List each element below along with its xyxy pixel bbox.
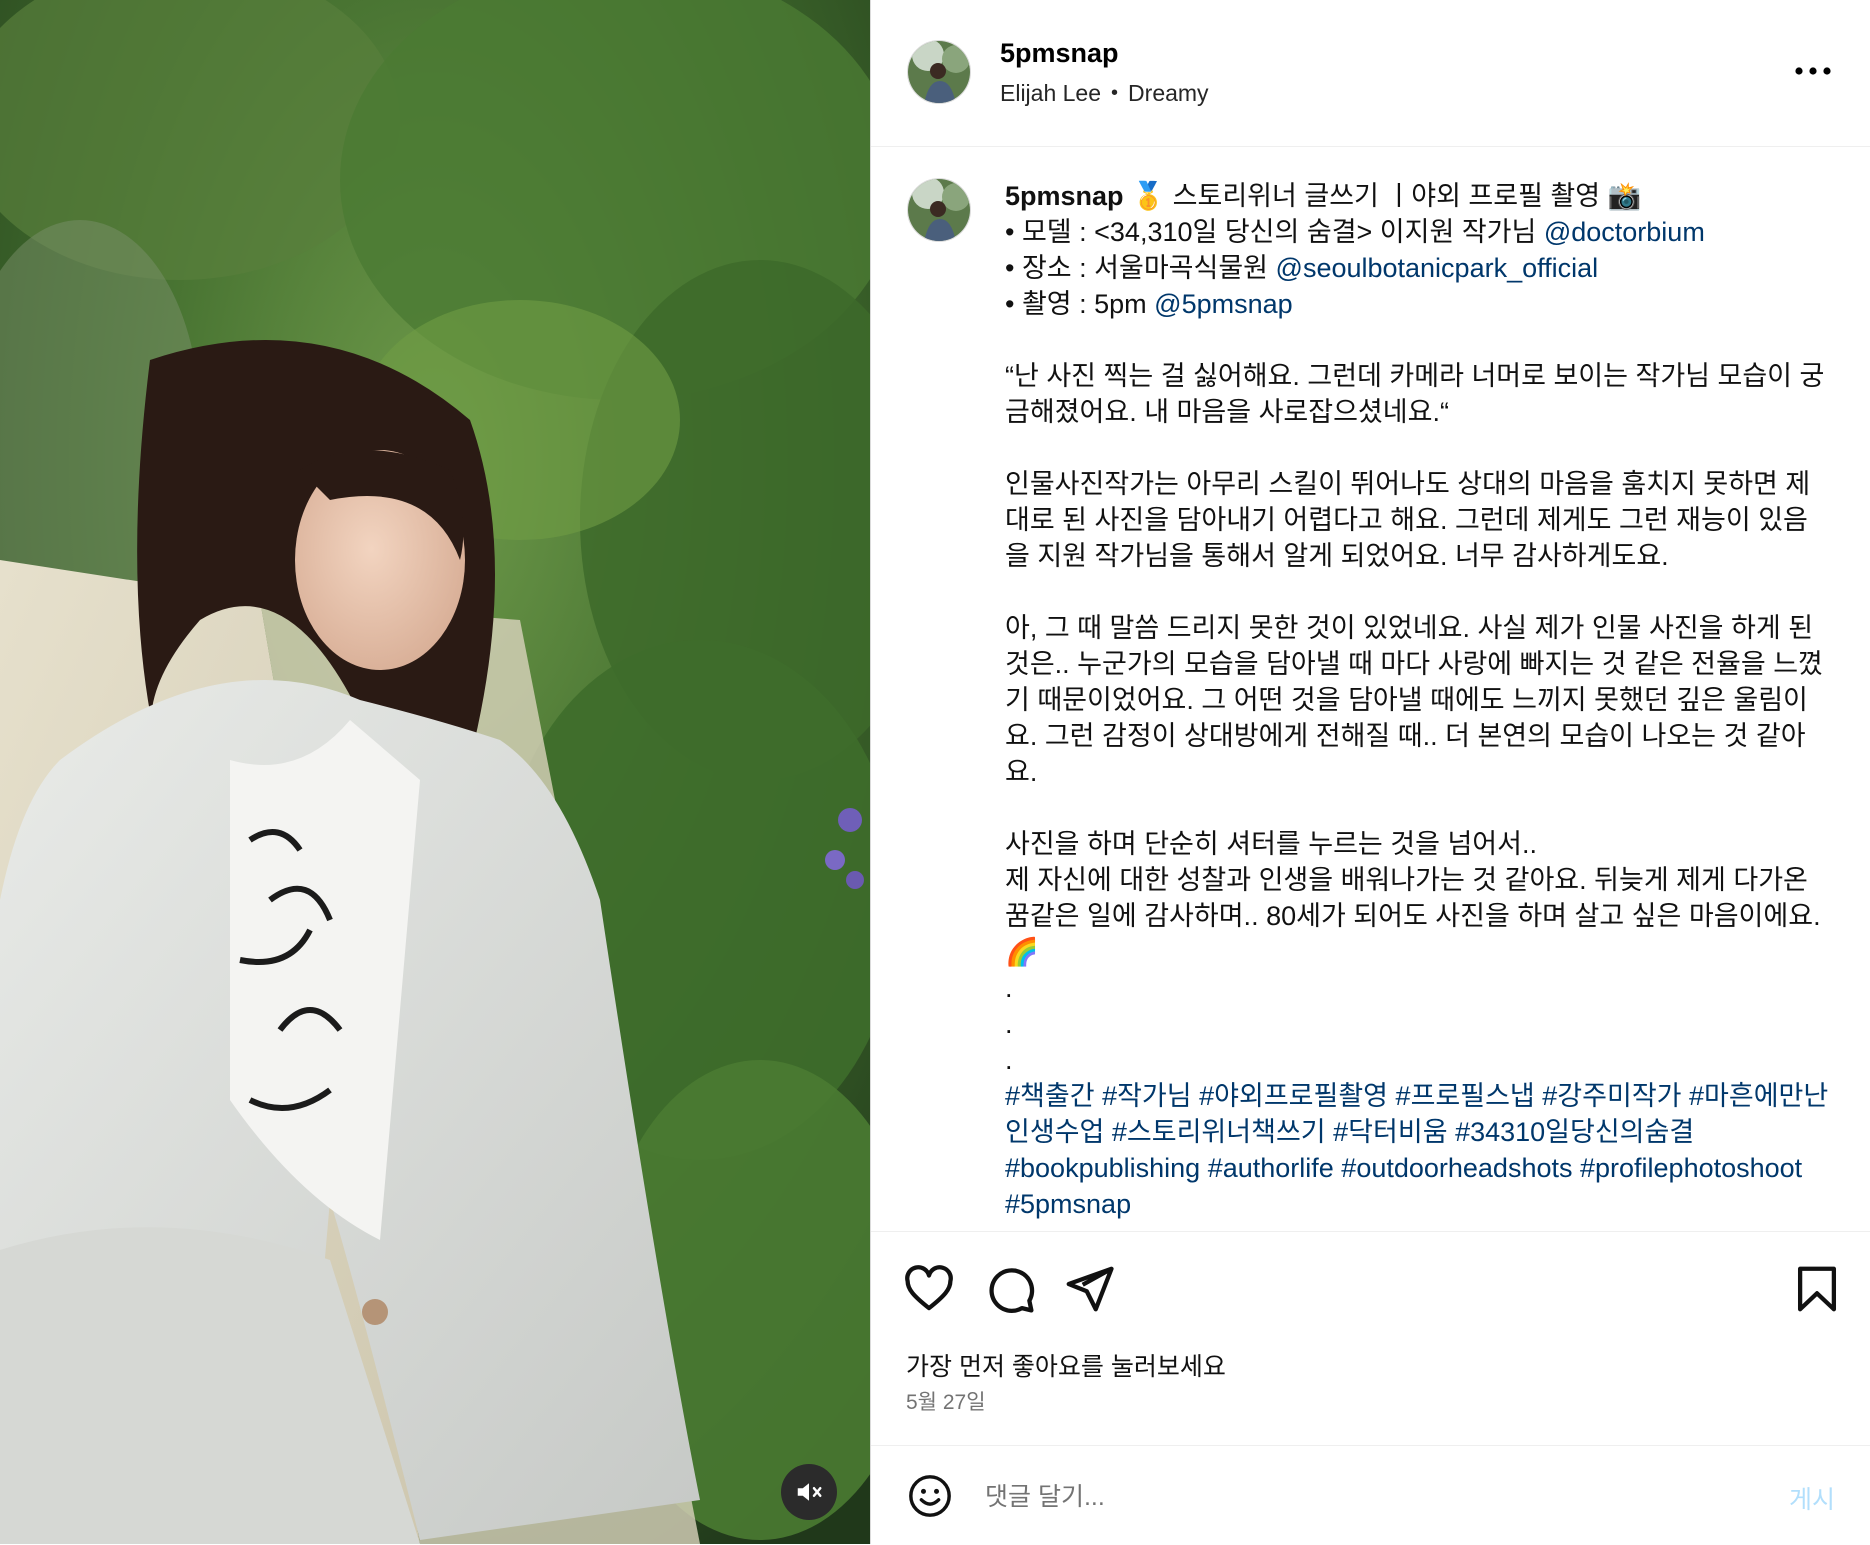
caption-line: • 장소 : 서울마곡식물원 @seoulbotanicpark_officia… (1005, 250, 1831, 286)
caption-line: • 촬영 : 5pm @5pmsnap (1005, 286, 1831, 322)
heart-icon (905, 1265, 953, 1311)
caption-author-avatar[interactable] (907, 178, 971, 242)
post-comment-button[interactable]: 게시 (1789, 1480, 1835, 1516)
more-horizontal-icon (1795, 67, 1831, 75)
audio-track[interactable]: Dreamy (1128, 80, 1209, 107)
paper-plane-icon (1066, 1266, 1114, 1312)
more-options-button[interactable] (1791, 56, 1835, 86)
hashtag-link[interactable]: #작가님 (1102, 1081, 1192, 1111)
post-panel: 5pmsnap Elijah Lee • Dreamy 5pmsnap 🥇 스토… (870, 0, 1870, 1544)
like-button[interactable] (902, 1262, 956, 1316)
caption-dot: . (1005, 973, 1013, 1003)
author-avatar[interactable] (907, 40, 971, 104)
caption-line-text: • 장소 : 서울마곡식물원 (1005, 253, 1276, 283)
share-button[interactable] (1062, 1262, 1116, 1316)
caption-paragraph: “난 사진 찍는 걸 싫어해요. 그런데 카메라 너머로 보이는 작가님 모습이… (1005, 361, 1825, 427)
speaker-muted-icon (797, 1483, 822, 1501)
caption-line: • 모델 : <34,310일 당신의 숨결> 이지원 작가님 @doctorb… (1005, 214, 1831, 250)
post-header: 5pmsnap Elijah Lee • Dreamy (871, 0, 1870, 147)
caption-rainbow-emoji: 🌈 (1005, 937, 1039, 967)
author-username[interactable]: 5pmsnap (1000, 38, 1119, 69)
comment-input[interactable] (983, 1474, 1707, 1520)
caption-paragraph: 인물사진작가는 아무리 스킬이 뛰어나도 상대의 마음을 훔치지 못하면 제대로… (1005, 469, 1811, 571)
caption-text: 5pmsnap 🥇 스토리위너 글쓰기 ㅣ야외 프로필 촬영 📸 • 모델 : <… (1005, 178, 1831, 1222)
hashtag-link[interactable]: #프로필스냅 (1396, 1081, 1535, 1111)
post-date[interactable]: 5월 27일 (906, 1386, 986, 1416)
likes-prompt[interactable]: 가장 먼저 좋아요를 눌러보세요 (906, 1347, 1226, 1383)
comment-button[interactable] (983, 1262, 1037, 1316)
post-actions: 가장 먼저 좋아요를 눌러보세요 5월 27일 (871, 1231, 1870, 1446)
audio-artist[interactable]: Elijah Lee (1000, 80, 1101, 107)
hashtag-link[interactable]: #책출간 (1005, 1081, 1095, 1111)
hashtag-link[interactable]: #34310일당신의숨결 (1455, 1117, 1694, 1147)
mute-button[interactable] (781, 1464, 837, 1520)
emoji-button[interactable] (907, 1473, 953, 1519)
caption-line-text: 🥇 스토리위너 글쓰기 ㅣ야외 프로필 촬영 📸 (1131, 181, 1642, 211)
caption-closing-line: 사진을 하며 단순히 셔터를 누르는 것을 넘어서.. (1005, 829, 1537, 859)
hashtag-link[interactable]: #5pmsnap (1005, 1189, 1131, 1219)
hashtag-link[interactable]: #authorlife (1208, 1153, 1334, 1183)
comment-bar: 게시 (871, 1445, 1870, 1545)
hashtag-link[interactable]: #스토리위너책쓰기 (1112, 1117, 1326, 1147)
hashtag-link[interactable]: #bookpublishing (1005, 1153, 1200, 1183)
bookmark-icon (1797, 1266, 1837, 1312)
caption-dot: . (1005, 1009, 1013, 1039)
avatar-image (908, 179, 970, 241)
caption-line: 5pmsnap 🥇 스토리위너 글쓰기 ㅣ야외 프로필 촬영 📸 (1005, 178, 1831, 214)
hashtag-link[interactable]: #outdoorheadshots (1341, 1153, 1572, 1183)
post-media[interactable] (0, 0, 870, 1544)
caption-dot: . (1005, 1045, 1013, 1075)
caption-section: 5pmsnap 🥇 스토리위너 글쓰기 ㅣ야외 프로필 촬영 📸 • 모델 : <… (871, 150, 1870, 1230)
avatar-image (908, 41, 970, 103)
hashtag-link[interactable]: #닥터비움 (1333, 1117, 1447, 1147)
save-button[interactable] (1790, 1262, 1844, 1316)
audio-separator: • (1111, 82, 1119, 104)
audio-attribution[interactable]: Elijah Lee • Dreamy (1000, 80, 1209, 107)
caption-line-text: • 촬영 : 5pm (1005, 289, 1155, 319)
hashtag-link[interactable]: #야외프로필촬영 (1199, 1081, 1388, 1111)
comment-bubble-icon (989, 1268, 1035, 1313)
hashtag-link[interactable]: #profilephotoshoot (1580, 1153, 1802, 1183)
caption-line-text: • 모델 : <34,310일 당신의 숨결> 이지원 작가님 (1005, 217, 1544, 247)
caption-closing-line: 제 자신에 대한 성찰과 인생을 배워나가는 것 같아요. 뒤늦게 제게 다가온… (1005, 865, 1821, 931)
hashtag-link[interactable]: #강주미작가 (1542, 1081, 1681, 1111)
instagram-post-modal: 5pmsnap Elijah Lee • Dreamy 5pmsnap 🥇 스토… (0, 0, 1870, 1544)
caption-username[interactable]: 5pmsnap (1005, 181, 1124, 211)
post-photo (0, 0, 870, 1544)
mention-link[interactable]: @doctorbium (1544, 217, 1705, 247)
emoji-smiley-icon (909, 1475, 951, 1517)
caption-paragraph: 아, 그 때 말씀 드리지 못한 것이 있었네요. 사실 제가 인물 사진을 하… (1005, 613, 1823, 787)
mention-link[interactable]: @5pmsnap (1154, 289, 1292, 319)
hashtag-list: #책출간 #작가님 #야외프로필촬영 #프로필스냅 #강주미작가 #마흔에만난인… (1005, 1078, 1831, 1222)
mention-link[interactable]: @seoulbotanicpark_official (1276, 253, 1599, 283)
